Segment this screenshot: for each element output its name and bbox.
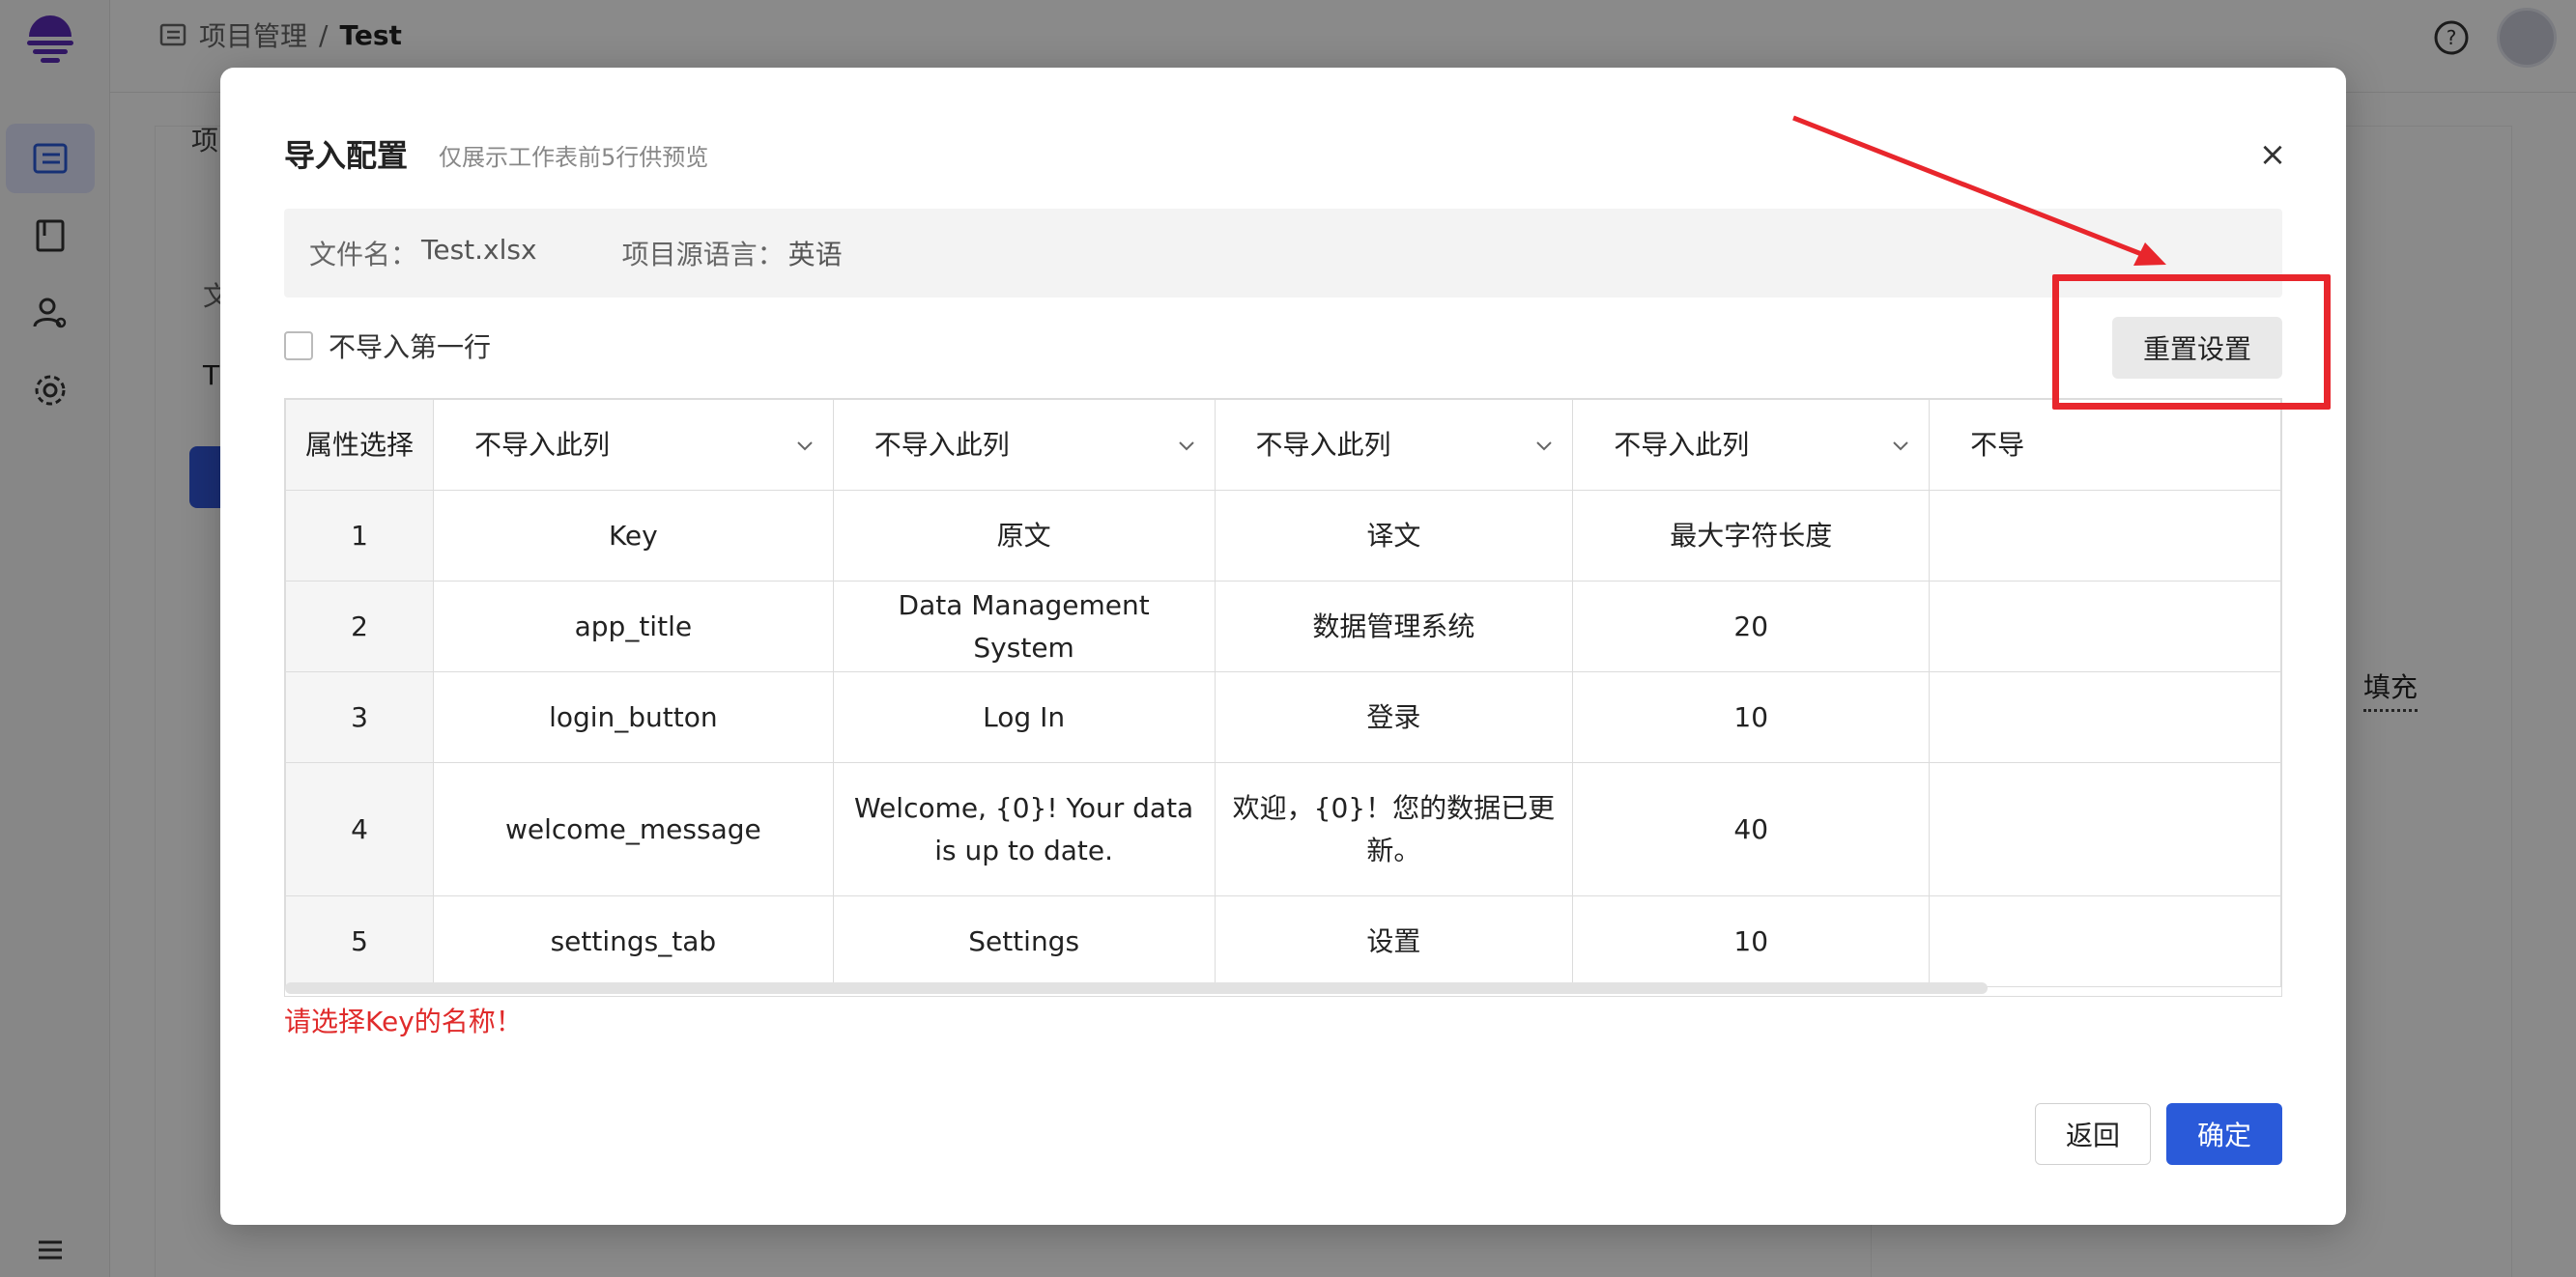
table-cell: 欢迎，{0}！您的数据已更新。 bbox=[1214, 762, 1574, 896]
attribute-select-header: 属性选择 bbox=[285, 399, 435, 491]
chevron-down-icon bbox=[1893, 440, 1908, 450]
table-row: 2 app_title Data Management System 数据管理系… bbox=[285, 581, 2281, 672]
table-cell: Data Management System bbox=[832, 581, 1216, 672]
skip-first-row-option[interactable]: 不导入第一行 bbox=[284, 326, 491, 365]
column-select[interactable]: 不导入此列 bbox=[1214, 399, 1574, 491]
table-row: 4 welcome_message Welcome, {0}! Your dat… bbox=[285, 762, 2281, 896]
table-cell: 20 bbox=[1572, 581, 1931, 672]
table-cell: welcome_message bbox=[433, 762, 834, 896]
import-config-dialog: 导入配置 仅展示工作表前5行供预览 × 文件名： Test.xlsx 项目源语言… bbox=[220, 68, 2346, 1225]
column-select[interactable]: 不导入此列 bbox=[1572, 399, 1931, 491]
table-cell: 10 bbox=[1572, 671, 1931, 763]
column-select[interactable]: 不导入此列 bbox=[832, 399, 1216, 491]
table-cell: Welcome, {0}! Your data is up to date. bbox=[832, 762, 1216, 896]
error-message: 请选择Key的名称！ bbox=[284, 1006, 523, 1037]
chevron-down-icon bbox=[1178, 440, 1194, 450]
dialog-title: 导入配置 bbox=[284, 137, 409, 174]
confirm-button[interactable]: 确定 bbox=[2166, 1103, 2282, 1165]
table-cell: 登录 bbox=[1214, 671, 1574, 763]
table-cell: Key bbox=[433, 490, 834, 582]
source-language-label: 项目源语言： bbox=[621, 239, 785, 270]
row-index: 5 bbox=[285, 895, 435, 987]
table-header-row: 属性选择 不导入此列 不导入此列 不导入此列 不导入此列 不导 bbox=[285, 399, 2281, 491]
table-cell: settings_tab bbox=[433, 895, 834, 987]
table-cell: 数据管理系统 bbox=[1214, 581, 1574, 672]
chevron-down-icon bbox=[796, 440, 813, 450]
table-row: 5 settings_tab Settings 设置 10 bbox=[285, 895, 2281, 987]
column-select-value: 不导入此列 bbox=[1614, 428, 1750, 461]
row-index: 2 bbox=[285, 581, 435, 672]
table-cell: 设置 bbox=[1214, 895, 1574, 987]
table-cell: Settings bbox=[832, 895, 1216, 987]
table-cell: 10 bbox=[1572, 895, 1931, 987]
column-select-value: 不导 bbox=[1970, 428, 2025, 461]
file-name-value: Test.xlsx bbox=[421, 234, 537, 266]
back-button[interactable]: 返回 bbox=[2035, 1103, 2151, 1165]
row-index: 3 bbox=[285, 671, 435, 763]
table-cell bbox=[1929, 671, 2281, 763]
table-cell: 40 bbox=[1572, 762, 1931, 896]
table-cell bbox=[1929, 490, 2281, 582]
row-index: 1 bbox=[285, 490, 435, 582]
table-cell: 原文 bbox=[832, 490, 1216, 582]
table-cell bbox=[1929, 895, 2281, 987]
preview-table-container: 属性选择 不导入此列 不导入此列 不导入此列 不导入此列 不导 1 Key 原文… bbox=[284, 398, 2282, 997]
table-cell bbox=[1929, 581, 2281, 672]
horizontal-scrollbar[interactable] bbox=[285, 982, 1988, 994]
file-info-bar: 文件名： Test.xlsx 项目源语言： 英语 bbox=[284, 209, 2282, 298]
skip-first-row-label: 不导入第一行 bbox=[329, 331, 492, 363]
column-select-value: 不导入此列 bbox=[873, 428, 1010, 461]
column-select[interactable]: 不导入此列 bbox=[433, 399, 834, 491]
table-cell: 最大字符长度 bbox=[1572, 490, 1931, 582]
file-name-label: 文件名： bbox=[309, 239, 418, 270]
table-cell: app_title bbox=[433, 581, 834, 672]
close-icon[interactable]: × bbox=[2253, 135, 2292, 174]
table-cell: login_button bbox=[433, 671, 834, 763]
skip-first-row-checkbox[interactable] bbox=[284, 331, 313, 360]
column-select[interactable]: 不导 bbox=[1929, 399, 2281, 491]
preview-table: 属性选择 不导入此列 不导入此列 不导入此列 不导入此列 不导 1 Key 原文… bbox=[285, 399, 2281, 987]
table-cell bbox=[1929, 762, 2281, 896]
source-language-value: 英语 bbox=[787, 239, 843, 270]
table-row: 3 login_button Log In 登录 10 bbox=[285, 671, 2281, 763]
table-cell: Log In bbox=[832, 671, 1216, 763]
table-cell: 译文 bbox=[1214, 490, 1574, 582]
column-select-value: 不导入此列 bbox=[1255, 428, 1391, 461]
table-row: 1 Key 原文 译文 最大字符长度 bbox=[285, 490, 2281, 582]
dialog-subtitle: 仅展示工作表前5行供预览 bbox=[439, 144, 709, 171]
row-index: 4 bbox=[285, 762, 435, 896]
annotation-highlight-box bbox=[2052, 274, 2331, 410]
column-select-value: 不导入此列 bbox=[474, 428, 611, 461]
chevron-down-icon bbox=[1536, 440, 1552, 450]
